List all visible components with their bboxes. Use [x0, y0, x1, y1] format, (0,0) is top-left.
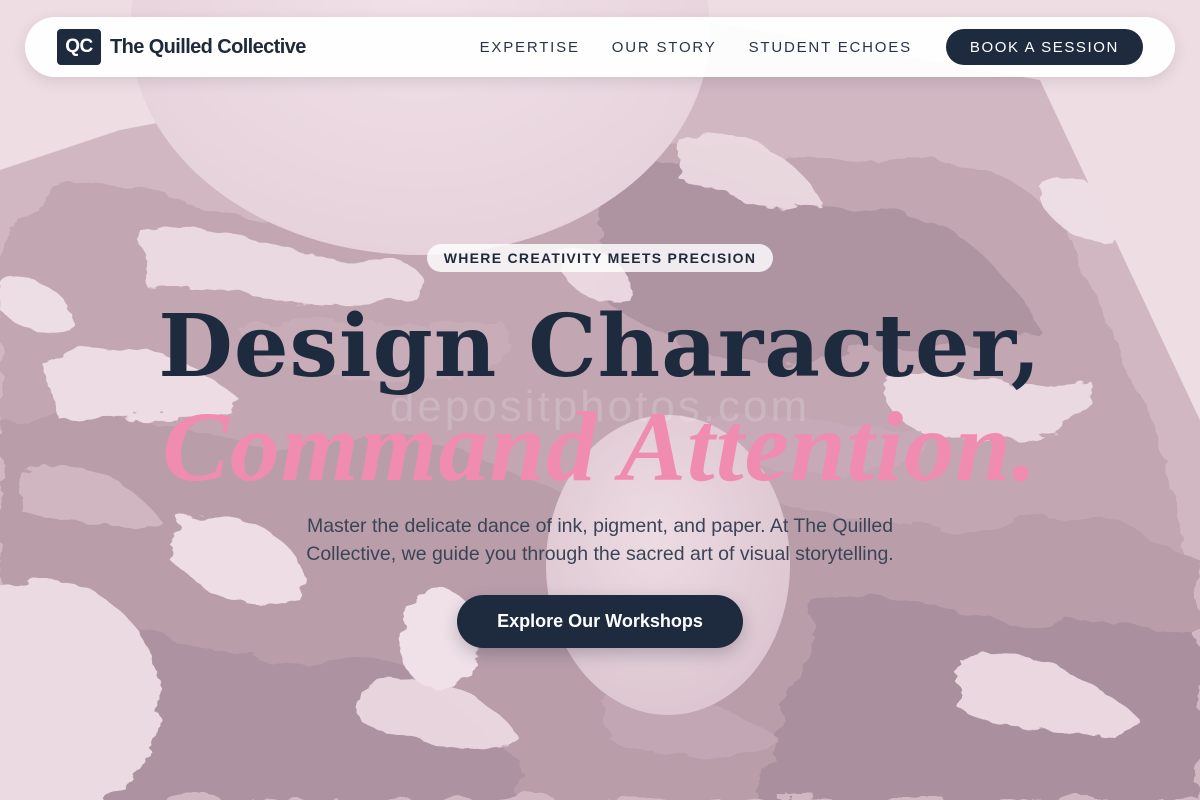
- hero-headline-line-1: Design Character,: [158, 296, 1042, 397]
- explore-workshops-button[interactable]: Explore Our Workshops: [457, 595, 743, 648]
- nav-link-student-echoes[interactable]: STUDENT ECHOES: [749, 39, 912, 56]
- nav-link-expertise[interactable]: EXPERTISE: [480, 39, 580, 56]
- book-session-button[interactable]: BOOK A SESSION: [945, 29, 1143, 65]
- hero-eyebrow-badge: WHERE CREATIVITY MEETS PRECISION: [427, 244, 773, 272]
- site-logo[interactable]: QC The Quilled Collective: [57, 29, 306, 65]
- logo-text: The Quilled Collective: [110, 35, 306, 58]
- hero-section: WHERE CREATIVITY MEETS PRECISION deposit…: [0, 0, 1200, 800]
- hero-headline-line-2: Command Attention.: [162, 391, 1038, 502]
- nav-link-our-story[interactable]: OUR STORY: [612, 39, 717, 56]
- hero-subtext: Master the delicate dance of ink, pigmen…: [306, 515, 894, 565]
- nav-links: EXPERTISE OUR STORY STUDENT ECHOES BOOK …: [480, 29, 1143, 65]
- top-navbar: QC The Quilled Collective EXPERTISE OUR …: [25, 17, 1175, 77]
- logo-mark: QC: [57, 29, 101, 65]
